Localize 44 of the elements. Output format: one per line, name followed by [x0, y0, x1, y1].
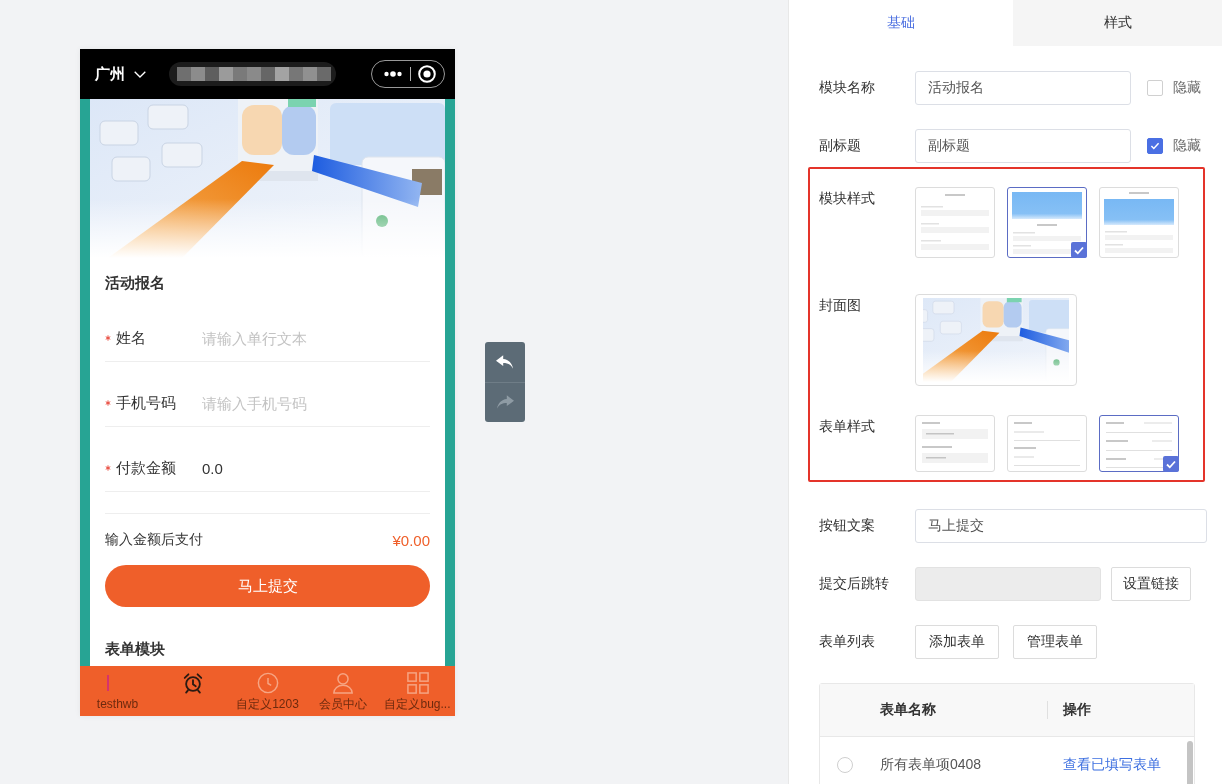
check-icon	[1150, 142, 1160, 150]
chevron-down-icon	[134, 70, 146, 78]
field-label: 手机号码	[116, 394, 176, 412]
text-input[interactable]: 0.0	[202, 459, 430, 477]
undo-button[interactable]	[485, 342, 525, 382]
scrollbar[interactable]	[1187, 741, 1193, 784]
city-selector[interactable]: 广州	[95, 65, 146, 83]
view-link[interactable]: 查看已填写表单	[1063, 756, 1161, 774]
text-input[interactable]: 副标题	[915, 129, 1131, 163]
field-label: 付款金额	[116, 459, 176, 477]
cover-image-frame[interactable]	[915, 294, 1077, 386]
more-icon[interactable]	[384, 71, 402, 77]
field-label: 封面图	[819, 296, 862, 315]
checkbox-label: 隐藏	[1173, 137, 1201, 155]
radio-button[interactable]	[837, 757, 853, 773]
field-label: 表单列表	[819, 633, 876, 651]
check-icon	[1071, 242, 1087, 258]
text-input[interactable]: 请输入手机号码	[202, 394, 430, 412]
check-icon	[1163, 456, 1179, 472]
column-header: 表单名称	[880, 701, 936, 719]
target-icon[interactable]	[418, 65, 436, 83]
checkbox-label: 隐藏	[1173, 79, 1201, 97]
column-header: 操作	[1063, 701, 1091, 719]
tab[interactable]: 样式	[1013, 0, 1222, 46]
section-title: 活动报名	[105, 273, 166, 293]
field-label: 模块名称	[819, 79, 876, 97]
field-label: 表单样式	[819, 417, 876, 436]
module-style-option[interactable]	[1007, 187, 1087, 258]
text-input[interactable]: 活动报名	[915, 71, 1131, 105]
table-cell-text: 所有表单项0408	[880, 756, 983, 774]
form-style-option[interactable]	[1099, 415, 1179, 472]
form-action-button[interactable]: 添加表单	[915, 625, 999, 659]
field-label: 姓名	[116, 329, 146, 347]
field-label: 提交后跳转	[819, 575, 890, 593]
text-input[interactable]: 请输入单行文本	[202, 329, 430, 347]
form-action-button[interactable]: 管理表单	[1013, 625, 1097, 659]
amount-text: ¥0.00	[392, 531, 430, 549]
checkbox[interactable]	[1147, 138, 1163, 154]
field-label: 按钮文案	[819, 517, 876, 535]
field-label: 副标题	[819, 137, 862, 155]
field-label: 模块样式	[819, 189, 876, 208]
section-title: 表单模块	[105, 640, 166, 658]
text-input[interactable]: 马上提交	[915, 509, 1207, 543]
payment-label: 输入金额后支付	[105, 531, 203, 549]
